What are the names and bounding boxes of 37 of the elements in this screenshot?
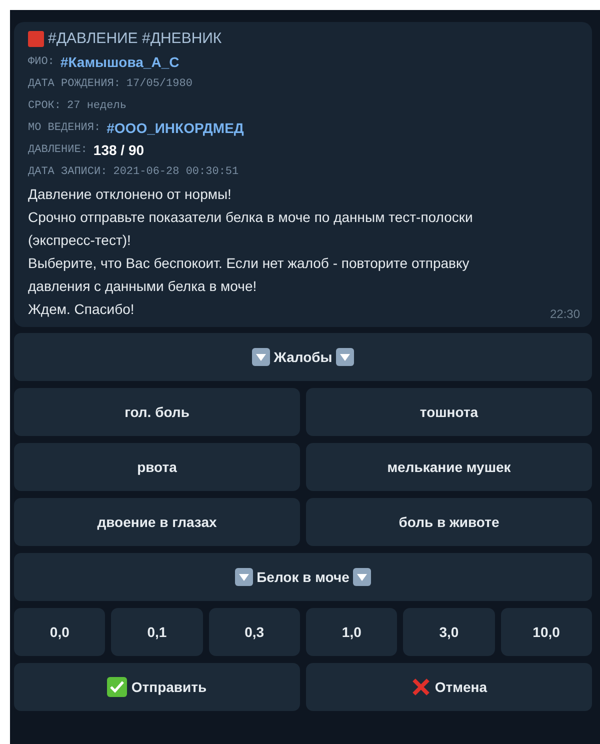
message-text: Выберите, что Вас беспокоит. Если нет жалоб - повторите отправку давления с данными белка в моче! xyxy=(28,254,470,296)
field-label: ДАТА РОЖДЕНИЯ: xyxy=(28,78,120,90)
message-text: Ждем. Спасибо! xyxy=(28,300,134,319)
send-button[interactable]: Отправить xyxy=(14,663,300,711)
keyboard-button[interactable]: мелькание мушек xyxy=(306,443,592,491)
cross-icon xyxy=(410,677,431,697)
keyboard-button[interactable]: двоение в глазах xyxy=(14,498,300,546)
keyboard-button[interactable]: 0,0 xyxy=(14,608,106,656)
check-mark-icon xyxy=(107,677,128,697)
field-value: 2021-06-28 00:30:51 xyxy=(113,166,239,178)
message-time: 22:30 xyxy=(550,307,580,321)
keyboard-button[interactable]: 3,0 xyxy=(403,608,495,656)
field-label: СРОК: xyxy=(28,100,62,112)
square-icon xyxy=(28,30,44,46)
keyboard-button[interactable]: 10,0 xyxy=(500,608,592,656)
field-value: 138 / 90 xyxy=(93,142,144,158)
keyboard-button[interactable]: боль в животе xyxy=(306,498,592,546)
field-value: 27 недель xyxy=(67,100,126,112)
cancel-button[interactable]: Отмена xyxy=(306,663,592,711)
message-text: Срочно отправьте показатели белка в моче по данным тест-полоски (экспресс-тест)! xyxy=(28,208,474,250)
field-label: ДАВЛЕНИЕ: xyxy=(28,144,88,156)
field-value: 17/05/1980 xyxy=(126,78,192,90)
keyboard-button[interactable]: 0,1 xyxy=(111,608,203,656)
keyboard-button[interactable]: рвота xyxy=(14,443,300,491)
keyboard-button[interactable]: тошнота xyxy=(306,388,592,436)
hashtag-link[interactable]: #Камышова_А_С xyxy=(60,54,180,70)
field-label: ДАТА ЗАПИСИ: xyxy=(28,166,108,178)
field-label: ФИО: xyxy=(28,56,54,68)
message-text: Давление отклонено от нормы! xyxy=(28,185,232,204)
field-label: МО ВЕДЕНИЯ: xyxy=(28,122,101,134)
message-title: #ДАВЛЕНИЕ #ДНЕВНИК xyxy=(48,30,222,47)
keyboard-button[interactable]: гол. боль xyxy=(14,388,300,436)
section-header-button[interactable]: Жалобы xyxy=(14,333,592,381)
section-header-button[interactable]: Белок в моче xyxy=(14,553,592,601)
hashtag-link[interactable]: #ООО_ИНКОРДМЕД xyxy=(106,120,244,136)
keyboard-button[interactable]: 0,3 xyxy=(208,608,300,656)
keyboard-button[interactable]: 1,0 xyxy=(306,608,398,656)
